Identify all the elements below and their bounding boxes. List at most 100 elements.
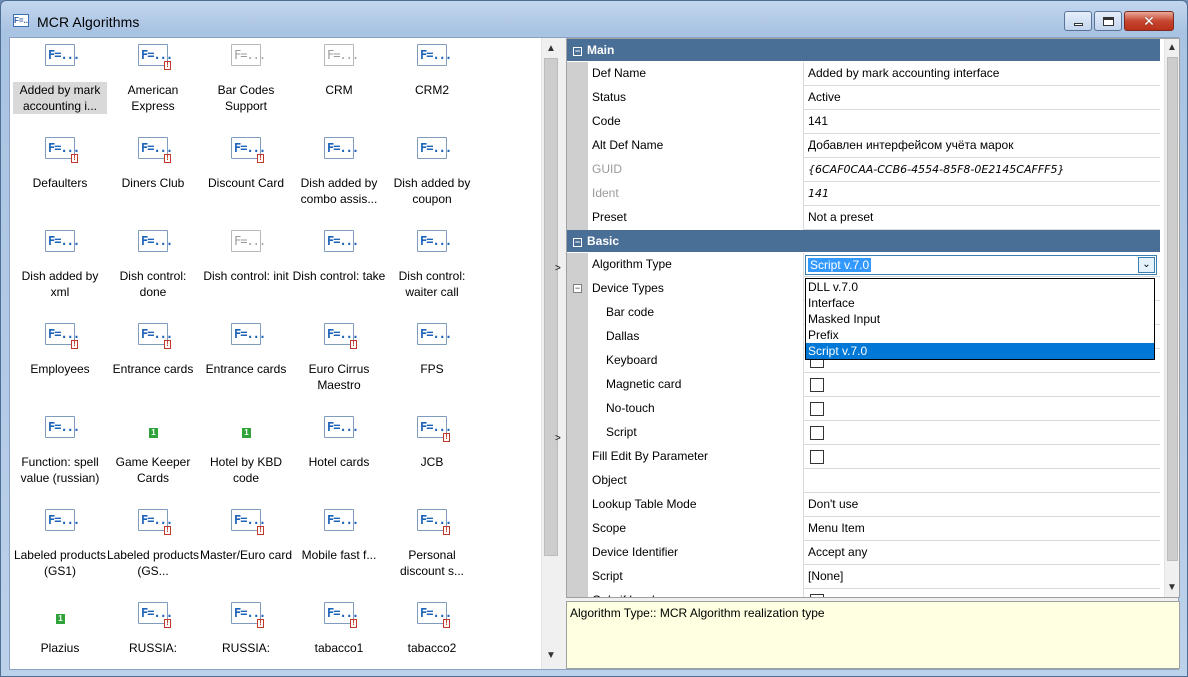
- property-row[interactable]: Code 141: [567, 110, 1160, 134]
- algorithm-item[interactable]: F=... Dish control: init: [199, 216, 293, 308]
- property-row[interactable]: Object: [567, 469, 1160, 493]
- algorithm-item[interactable]: F=...! Labeled products (GS...: [106, 495, 200, 587]
- algorithm-item[interactable]: F=... Function: spell value (russian): [13, 402, 107, 494]
- algorithm-item[interactable]: F=... Dish control: done: [106, 216, 200, 308]
- dropdown-option[interactable]: Interface: [806, 295, 1154, 311]
- property-value[interactable]: [805, 373, 1160, 397]
- property-value[interactable]: [None]: [805, 565, 1160, 589]
- algorithm-item[interactable]: F=...! Entrance cards: [106, 309, 200, 401]
- property-grid-scrollbar[interactable]: ▲ ▼: [1164, 39, 1179, 597]
- property-row[interactable]: Scope Menu Item: [567, 517, 1160, 541]
- property-value[interactable]: Don't use: [805, 493, 1160, 517]
- algorithm-item[interactable]: F=...! Personal discount s...: [385, 495, 479, 587]
- algorithm-item[interactable]: F=... FPS: [385, 309, 479, 401]
- algorithm-item[interactable]: F=... Dish control: take: [292, 216, 386, 308]
- algorithm-item[interactable]: F=...! tabacco2: [385, 588, 479, 669]
- algorithm-item[interactable]: F=...! Employees: [13, 309, 107, 401]
- checkbox[interactable]: [810, 450, 824, 464]
- collapse-icon[interactable]: −: [573, 47, 582, 56]
- property-value[interactable]: [805, 469, 1160, 493]
- property-value[interactable]: 141: [805, 182, 1160, 206]
- algorithm-item[interactable]: F=...! Master/Euro card: [199, 495, 293, 587]
- algorithm-type-dropdown[interactable]: DLL v.7.0 Interface Masked Input Prefix Scri…: [805, 278, 1155, 360]
- property-value[interactable]: Accept any: [805, 541, 1160, 565]
- algorithm-item[interactable]: F=...! Euro Cirrus Maestro: [292, 309, 386, 401]
- property-row[interactable]: Fill Edit By Parameter: [567, 445, 1160, 469]
- close-button[interactable]: ✕: [1124, 11, 1174, 31]
- algorithm-type-combo[interactable]: Script v.7.0 ⌄: [805, 255, 1157, 275]
- algorithm-item[interactable]: 1 Hotel by KBD code: [199, 402, 293, 494]
- algorithm-item[interactable]: F=...! RUSSIA:: [106, 588, 200, 669]
- scroll-thumb[interactable]: [1167, 57, 1178, 561]
- property-row[interactable]: Algorithm Type Script v.7.0 ⌄: [567, 253, 1160, 277]
- dropdown-option[interactable]: Script v.7.0: [806, 343, 1154, 359]
- icon-list-scrollbar[interactable]: ▲ ▼: [541, 38, 560, 669]
- property-row[interactable]: Magnetic card: [567, 373, 1160, 397]
- category-basic[interactable]: − Basic: [567, 230, 1160, 252]
- algorithm-item[interactable]: 1 Plazius: [13, 588, 107, 669]
- checkbox[interactable]: [810, 426, 824, 440]
- property-row[interactable]: Script [None]: [567, 565, 1160, 589]
- collapse-icon[interactable]: −: [573, 238, 582, 247]
- property-value[interactable]: [805, 397, 1160, 421]
- algorithm-item[interactable]: F=... Bar Codes Support: [199, 38, 293, 122]
- dropdown-option[interactable]: Prefix: [806, 327, 1154, 343]
- checkbox[interactable]: [810, 402, 824, 416]
- property-value[interactable]: Active: [805, 86, 1160, 110]
- checkbox[interactable]: [810, 378, 824, 392]
- property-row[interactable]: Lookup Table Mode Don't use: [567, 493, 1160, 517]
- scroll-up-icon[interactable]: ▲: [542, 40, 560, 57]
- property-row[interactable]: Preset Not a preset: [567, 206, 1160, 230]
- scroll-down-icon[interactable]: ▼: [542, 647, 560, 664]
- algorithm-item[interactable]: F=...! RUSSIA:: [199, 588, 293, 669]
- algorithm-item[interactable]: F=...! tabacco1: [292, 588, 386, 669]
- property-row[interactable]: Status Active: [567, 86, 1160, 110]
- property-row[interactable]: Device Identifier Accept any: [567, 541, 1160, 565]
- algorithm-item[interactable]: F=... Labeled products (GS1): [13, 495, 107, 587]
- title-bar[interactable]: F=.. MCR Algorithms ✕: [1, 1, 1187, 37]
- checkbox[interactable]: [810, 594, 824, 597]
- minimize-button[interactable]: [1064, 11, 1092, 31]
- property-value[interactable]: Menu Item: [805, 517, 1160, 541]
- property-row[interactable]: Def Name Added by mark accounting interfa…: [567, 62, 1160, 86]
- algorithm-item[interactable]: F=... CRM: [292, 38, 386, 122]
- property-value[interactable]: [805, 421, 1160, 445]
- algorithm-item[interactable]: F=...! Diners Club: [106, 123, 200, 215]
- scroll-down-icon[interactable]: ▼: [1165, 579, 1179, 596]
- algorithm-item[interactable]: F=... CRM2: [385, 38, 479, 122]
- dropdown-option[interactable]: DLL v.7.0: [806, 279, 1154, 295]
- property-value[interactable]: [805, 445, 1160, 469]
- algorithm-item[interactable]: F=... Mobile fast f...: [292, 495, 386, 587]
- property-value[interactable]: {6CAF0CAA-CCB6-4554-85F8-0E2145CAFFF5}: [805, 158, 1160, 182]
- scroll-up-icon[interactable]: ▲: [1165, 39, 1179, 56]
- splitter-arrow-icon[interactable]: >: [555, 433, 561, 444]
- property-row[interactable]: Only if lonely: [567, 589, 1160, 597]
- algorithm-item[interactable]: F=... Dish added by xml: [13, 216, 107, 308]
- splitter-arrow-icon[interactable]: >: [555, 263, 561, 274]
- algorithm-item[interactable]: F=... Dish control: waiter call: [385, 216, 479, 308]
- property-row[interactable]: GUID {6CAF0CAA-CCB6-4554-85F8-0E2145CAFFF…: [567, 158, 1160, 182]
- property-value[interactable]: Added by mark accounting interface: [805, 62, 1160, 86]
- property-value[interactable]: [805, 589, 1160, 597]
- algorithm-item[interactable]: F=... Entrance cards: [199, 309, 293, 401]
- algorithm-item[interactable]: F=...! JCB: [385, 402, 479, 494]
- algorithm-item[interactable]: F=...! Defaulters: [13, 123, 107, 215]
- dropdown-option[interactable]: Masked Input: [806, 311, 1154, 327]
- category-main[interactable]: − Main: [567, 39, 1160, 61]
- property-grid[interactable]: − Main Def Name Added by mark accounting in…: [566, 38, 1180, 598]
- algorithm-item[interactable]: F=... Dish added by coupon: [385, 123, 479, 215]
- property-value[interactable]: Добавлен интерфейсом учёта марок: [805, 134, 1160, 158]
- chevron-down-icon[interactable]: ⌄: [1138, 257, 1155, 273]
- algorithm-item[interactable]: F=... Added by mark accounting i...: [13, 38, 107, 122]
- algorithm-item[interactable]: F=...! American Express: [106, 38, 200, 122]
- collapse-icon[interactable]: −: [573, 284, 582, 293]
- algorithm-item[interactable]: 1 Game Keeper Cards: [106, 402, 200, 494]
- algorithm-item[interactable]: F=...! Discount Card: [199, 123, 293, 215]
- property-row[interactable]: No-touch: [567, 397, 1160, 421]
- scroll-thumb[interactable]: [544, 58, 558, 556]
- property-value[interactable]: Not a preset: [805, 206, 1160, 230]
- algorithm-icon-list[interactable]: F=... Added by mark accounting i... F=...!…: [10, 38, 541, 669]
- algorithm-item[interactable]: F=... Hotel cards: [292, 402, 386, 494]
- property-value[interactable]: 141: [805, 110, 1160, 134]
- algorithm-item[interactable]: F=... Dish added by combo assis...: [292, 123, 386, 215]
